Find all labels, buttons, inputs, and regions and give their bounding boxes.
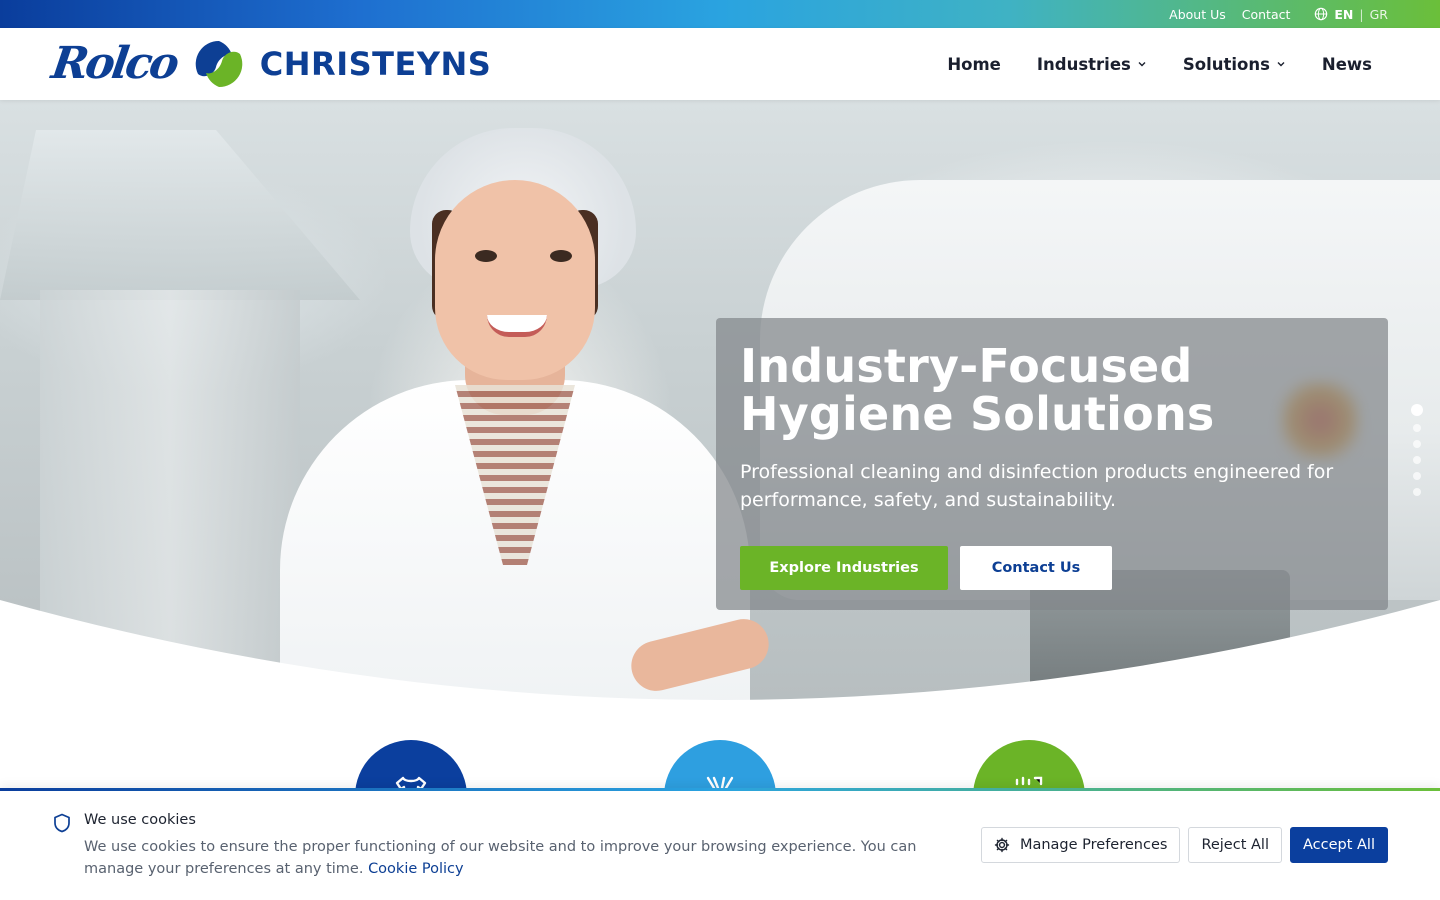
cookie-title: We use cookies xyxy=(84,812,196,828)
site-logo[interactable]: Rolco CHRISTEYNS xyxy=(48,38,492,90)
gear-icon xyxy=(994,837,1010,853)
accept-all-label: Accept All xyxy=(1302,837,1375,853)
chevron-down-icon xyxy=(1277,62,1285,67)
nav-news-label: News xyxy=(1321,54,1372,74)
slider-pagination xyxy=(1411,404,1423,496)
language-switcher: EN | GR xyxy=(1314,7,1388,22)
hero-title-line2: Hygiene Solutions xyxy=(740,387,1215,441)
main-header: Rolco CHRISTEYNS Home Industries Solutio… xyxy=(0,28,1440,100)
accept-all-button[interactable]: Accept All xyxy=(1289,827,1388,863)
nav-solutions-label: Solutions xyxy=(1182,54,1270,74)
hero-subtitle: Professional cleaning and disinfection p… xyxy=(740,461,1334,511)
slide-dot-5[interactable] xyxy=(1413,472,1421,480)
hero-buttons: Explore Industries Contact Us xyxy=(740,546,1364,590)
cookie-banner: We use cookies We use cookies to ensure … xyxy=(0,788,1440,900)
cookie-description: We use cookies to ensure the proper func… xyxy=(84,836,974,880)
nav-news[interactable]: News xyxy=(1322,55,1372,74)
language-en[interactable]: EN xyxy=(1334,7,1353,22)
rolco-logo: Rolco xyxy=(48,38,180,89)
language-separator: | xyxy=(1359,6,1364,22)
nav-industries-label: Industries xyxy=(1036,54,1131,74)
slide-dot-3[interactable] xyxy=(1413,440,1421,448)
cookie-policy-link[interactable]: Cookie Policy xyxy=(368,861,464,877)
christeyns-swirl-icon xyxy=(194,40,243,88)
nav-home-label: Home xyxy=(947,54,1001,74)
top-utility-bar: About Us Contact EN | GR xyxy=(0,0,1440,28)
about-us-link[interactable]: About Us xyxy=(1169,7,1226,22)
reject-all-label: Reject All xyxy=(1201,837,1269,853)
nav-home[interactable]: Home xyxy=(947,55,1001,74)
reject-all-button[interactable]: Reject All xyxy=(1188,827,1282,863)
hero-title-line1: Industry-Focused xyxy=(740,339,1193,393)
top-links: About Us Contact EN | GR xyxy=(1169,0,1388,28)
slide-dot-1[interactable] xyxy=(1411,404,1423,416)
contact-link[interactable]: Contact xyxy=(1242,7,1291,22)
hero-card: Industry-Focused Hygiene Solutions Profe… xyxy=(716,318,1388,610)
chevron-down-icon xyxy=(1138,62,1146,67)
cookie-description-text: We use cookies to ensure the proper func… xyxy=(84,839,917,877)
shield-icon xyxy=(54,813,70,833)
cookie-buttons: Manage Preferences Reject All Accept All xyxy=(980,827,1388,863)
nav-solutions[interactable]: Solutions xyxy=(1183,55,1286,74)
language-gr[interactable]: GR xyxy=(1370,7,1388,22)
slide-dot-4[interactable] xyxy=(1413,456,1421,464)
slide-dot-2[interactable] xyxy=(1413,424,1421,432)
contact-us-button[interactable]: Contact Us xyxy=(960,546,1112,590)
nav-industries[interactable]: Industries xyxy=(1037,55,1147,74)
hero-title: Industry-Focused Hygiene Solutions xyxy=(740,342,1364,438)
manage-preferences-button[interactable]: Manage Preferences xyxy=(980,827,1181,863)
manage-preferences-label: Manage Preferences xyxy=(1019,837,1168,853)
main-nav: Home Industries Solutions News xyxy=(947,28,1372,100)
cookie-banner-accent xyxy=(0,788,1440,791)
globe-icon xyxy=(1315,7,1328,21)
explore-industries-button[interactable]: Explore Industries xyxy=(740,546,948,590)
christeyns-wordmark: CHRISTEYNS xyxy=(259,45,492,83)
slide-dot-6[interactable] xyxy=(1413,488,1421,496)
